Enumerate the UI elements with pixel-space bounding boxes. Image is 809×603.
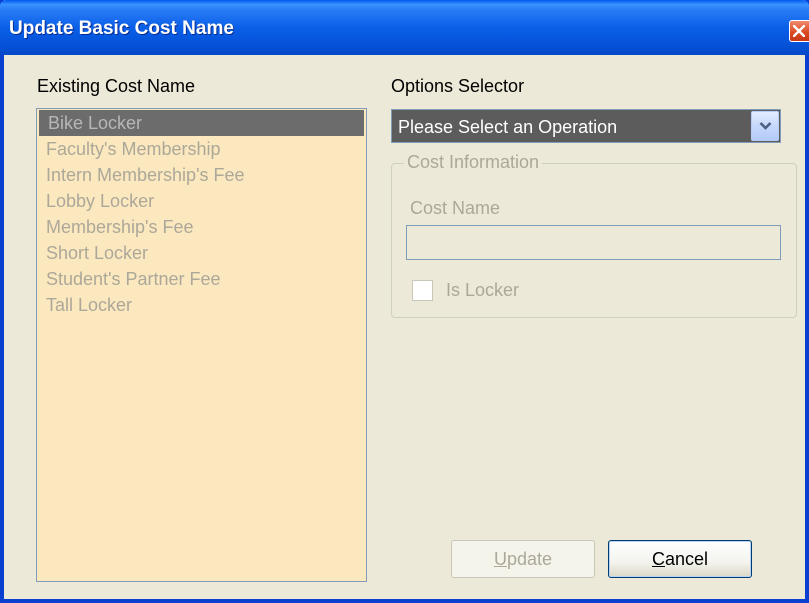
list-item-lobby-locker[interactable]: Lobby Locker [37, 188, 366, 214]
window-title: Update Basic Cost Name [9, 18, 234, 39]
cost-information-title: Cost Information [404, 152, 543, 173]
list-item-short-locker[interactable]: Short Locker [37, 240, 366, 266]
close-icon [793, 25, 805, 37]
close-button[interactable] [789, 20, 809, 42]
cancel-mnemonic: C [651, 549, 665, 569]
title-bar[interactable]: Update Basic Cost Name [0, 0, 809, 55]
dropdown-button[interactable] [751, 111, 779, 141]
chevron-down-icon [759, 122, 772, 130]
cancel-label-rest: ancel [664, 549, 709, 569]
list-item-tall-locker[interactable]: Tall Locker [37, 292, 366, 318]
options-selector-dropdown[interactable]: Please Select an Operation [391, 109, 781, 143]
existing-cost-name-list[interactable]: Bike Locker Faculty's Membership Intern … [36, 108, 367, 582]
update-mnemonic: U [493, 549, 507, 569]
options-selector-value: Please Select an Operation [398, 117, 618, 137]
list-item-membership-fee[interactable]: Membership's Fee [37, 214, 366, 240]
is-locker-checkbox[interactable] [412, 280, 433, 301]
cost-name-input[interactable] [406, 225, 781, 260]
update-button[interactable]: Update [451, 540, 595, 578]
is-locker-label: Is Locker [446, 280, 520, 300]
list-item-student-partner-fee[interactable]: Student's Partner Fee [37, 266, 366, 292]
options-selector-label: Options Selector [391, 76, 525, 96]
update-label-rest: pdate [506, 549, 553, 569]
list-item-faculty-membership[interactable]: Faculty's Membership [37, 136, 366, 162]
list-item-intern-membership-fee[interactable]: Intern Membership's Fee [37, 162, 366, 188]
existing-cost-name-label: Existing Cost Name [37, 76, 196, 96]
cost-name-label: Cost Name [410, 198, 501, 218]
list-item-bike-locker[interactable]: Bike Locker [39, 110, 364, 136]
cancel-button[interactable]: Cancel [608, 540, 752, 578]
